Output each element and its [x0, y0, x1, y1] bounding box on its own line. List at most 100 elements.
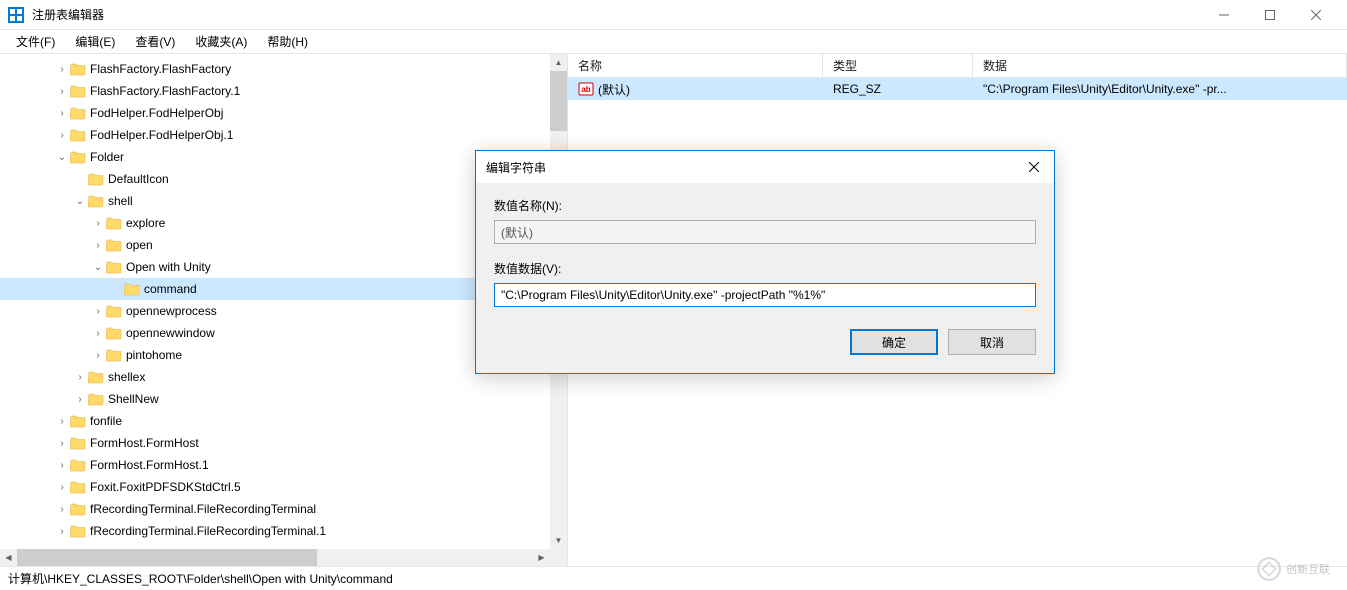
string-value-icon: ab: [578, 81, 594, 97]
folder-icon: [70, 479, 86, 495]
menu-view[interactable]: 查看(V): [125, 31, 185, 52]
folder-icon: [106, 237, 122, 253]
value-data-label: 数值数据(V):: [494, 260, 1036, 277]
column-name[interactable]: 名称: [568, 54, 823, 77]
chevron-right-icon[interactable]: ›: [90, 303, 106, 319]
menu-file[interactable]: 文件(F): [6, 31, 65, 52]
tree-item[interactable]: ›FodHelper.FodHelperObj.1: [0, 124, 567, 146]
tree-item-label: FormHost.FormHost.1: [90, 458, 209, 472]
values-header: 名称 类型 数据: [568, 54, 1347, 78]
tree-item[interactable]: › FormHost.FormHost.1: [0, 454, 567, 476]
titlebar: 注册表编辑器: [0, 0, 1347, 30]
menu-edit[interactable]: 编辑(E): [65, 31, 125, 52]
menubar: 文件(F) 编辑(E) 查看(V) 收藏夹(A) 帮助(H): [0, 30, 1347, 54]
tree-item-label: DefaultIcon: [108, 172, 169, 186]
chevron-right-icon[interactable]: ›: [54, 435, 70, 451]
folder-icon: [70, 105, 86, 121]
folder-icon: [106, 259, 122, 275]
folder-icon: [70, 523, 86, 539]
tree-item[interactable]: › fRecordingTerminal.FileRecordingTermina…: [0, 498, 567, 520]
minimize-button[interactable]: [1201, 0, 1247, 30]
menu-help[interactable]: 帮助(H): [257, 31, 318, 52]
tree-item[interactable]: ›FlashFactory.FlashFactory.1: [0, 80, 567, 102]
folder-icon: [88, 193, 104, 209]
tree-item-label: opennewwindow: [126, 326, 215, 340]
chevron-right-icon[interactable]: ›: [90, 237, 106, 253]
scroll-up-icon[interactable]: ▲: [550, 54, 567, 71]
tree-item[interactable]: › fonfile: [0, 410, 567, 432]
folder-icon: [124, 281, 140, 297]
tree-item-label: FlashFactory.FlashFactory: [90, 62, 231, 76]
chevron-right-icon[interactable]: ›: [72, 391, 88, 407]
value-name-cell: ab(默认): [568, 81, 823, 98]
values-list[interactable]: ab(默认)REG_SZ"C:\Program Files\Unity\Edit…: [568, 78, 1347, 100]
tree-item-label: shellex: [108, 370, 145, 384]
folder-icon: [106, 325, 122, 341]
statusbar: 计算机\HKEY_CLASSES_ROOT\Folder\shell\Open …: [0, 566, 1347, 590]
tree-item[interactable]: ›FodHelper.FodHelperObj: [0, 102, 567, 124]
tree-item-label: fonfile: [90, 414, 122, 428]
dialog-titlebar[interactable]: 编辑字符串: [476, 151, 1054, 183]
scroll-down-icon[interactable]: ▼: [550, 532, 567, 549]
value-name-field: (默认): [494, 220, 1036, 244]
cancel-button[interactable]: 取消: [948, 329, 1036, 355]
folder-icon: [106, 303, 122, 319]
folder-icon: [70, 61, 86, 77]
maximize-button[interactable]: [1247, 0, 1293, 30]
tree-horizontal-scrollbar[interactable]: ◀ ▶: [0, 549, 567, 566]
chevron-down-icon[interactable]: ⌄: [90, 259, 106, 275]
tree-item-label: command: [144, 282, 197, 296]
chevron-right-icon[interactable]: ›: [54, 105, 70, 121]
tree-item-label: fRecordingTerminal.FileRecordingTerminal: [90, 502, 316, 516]
close-button[interactable]: [1293, 0, 1339, 30]
folder-icon: [70, 149, 86, 165]
chevron-right-icon[interactable]: ›: [54, 479, 70, 495]
folder-icon: [70, 413, 86, 429]
tree-item[interactable]: ›FormHost.FormHost: [0, 432, 567, 454]
column-type[interactable]: 类型: [823, 54, 973, 77]
tree-item-label: pintohome: [126, 348, 182, 362]
menu-favorites[interactable]: 收藏夹(A): [185, 31, 257, 52]
chevron-right-icon[interactable]: ›: [90, 215, 106, 231]
folder-icon: [70, 501, 86, 517]
edit-string-dialog: 编辑字符串 数值名称(N): (默认) 数值数据(V): 确定 取消: [475, 150, 1055, 374]
chevron-right-icon[interactable]: ›: [54, 127, 70, 143]
chevron-right-icon[interactable]: ›: [54, 501, 70, 517]
tree-item-label: fRecordingTerminal.FileRecordingTerminal…: [90, 524, 326, 538]
app-icon: [8, 7, 24, 23]
chevron-right-icon[interactable]: ›: [54, 413, 70, 429]
value-row[interactable]: ab(默认)REG_SZ"C:\Program Files\Unity\Edit…: [568, 78, 1347, 100]
ok-button[interactable]: 确定: [850, 329, 938, 355]
chevron-down-icon[interactable]: ⌄: [72, 193, 88, 209]
scroll-right-icon[interactable]: ▶: [533, 549, 550, 566]
chevron-right-icon[interactable]: ›: [54, 83, 70, 99]
value-name-label: 数值名称(N):: [494, 197, 1036, 214]
tree-item[interactable]: › FlashFactory.FlashFactory: [0, 58, 567, 80]
tree-item[interactable]: ›ShellNew: [0, 388, 567, 410]
chevron-down-icon[interactable]: ⌄: [54, 149, 70, 165]
hscroll-thumb[interactable]: [17, 549, 317, 566]
chevron-right-icon[interactable]: ›: [54, 457, 70, 473]
chevron-right-icon[interactable]: ›: [54, 61, 70, 77]
tree-item-label: shell: [108, 194, 133, 208]
tree-item-label: opennewprocess: [126, 304, 217, 318]
column-data[interactable]: 数据: [973, 54, 1347, 77]
chevron-right-icon[interactable]: ›: [90, 347, 106, 363]
tree-item[interactable]: ›Foxit.FoxitPDFSDKStdCtrl.5: [0, 476, 567, 498]
dialog-title-text: 编辑字符串: [486, 159, 546, 176]
scroll-left-icon[interactable]: ◀: [0, 549, 17, 566]
tree-item[interactable]: › fRecordingTerminal.FileRecordingTermina…: [0, 520, 567, 542]
folder-icon: [70, 435, 86, 451]
folder-icon: [88, 171, 104, 187]
watermark-text: 创新互联: [1286, 561, 1330, 577]
tree-item-label: Open with Unity: [126, 260, 211, 274]
scroll-thumb[interactable]: [550, 71, 567, 131]
window-title: 注册表编辑器: [32, 6, 104, 23]
status-path: 计算机\HKEY_CLASSES_ROOT\Folder\shell\Open …: [8, 570, 393, 587]
chevron-right-icon[interactable]: ›: [54, 523, 70, 539]
value-data-input[interactable]: [494, 283, 1036, 307]
chevron-right-icon[interactable]: ›: [90, 325, 106, 341]
value-type-cell: REG_SZ: [823, 82, 973, 96]
dialog-close-button[interactable]: [1014, 151, 1054, 183]
chevron-right-icon[interactable]: ›: [72, 369, 88, 385]
